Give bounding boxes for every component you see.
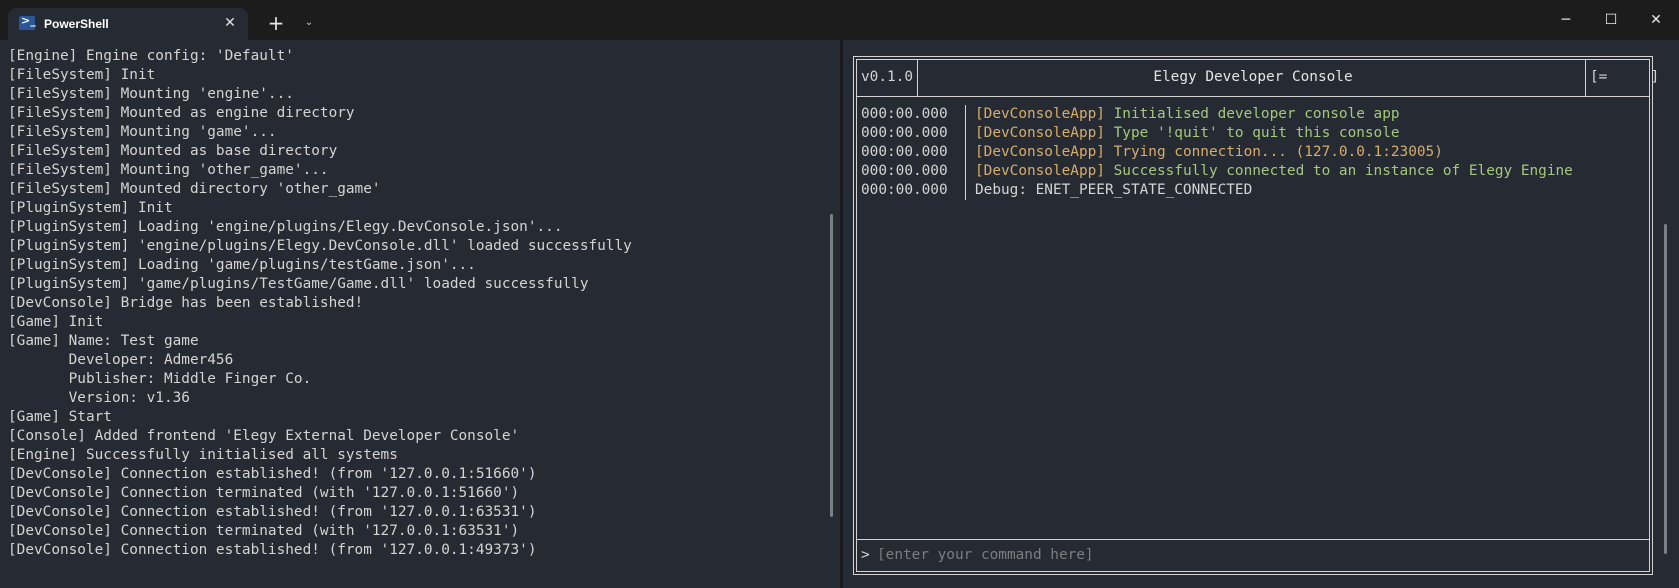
console-inner-frame: v0.1.0 Elegy Developer Console [= ] 000:…: [856, 59, 1659, 572]
output-line: [Game] Init: [8, 314, 104, 330]
output-line: [Console] Added frontend 'Elegy External…: [8, 428, 520, 444]
maximize-button[interactable]: ☐: [1588, 0, 1634, 40]
tab-powershell[interactable]: >_ PowerShell ✕: [8, 8, 248, 40]
log-source: [DevConsoleApp]: [975, 163, 1105, 179]
log-separator: [965, 143, 966, 162]
minimize-button[interactable]: ─: [1543, 0, 1589, 40]
output-line: [DevConsole] Connection terminated (with…: [8, 523, 520, 539]
log-text: Initialised developer console app: [1113, 106, 1400, 122]
log-separator: [965, 124, 966, 143]
left-scrollbar[interactable]: [830, 214, 833, 517]
output-line: Publisher: Middle Finger Co.: [8, 371, 312, 387]
output-line: [PluginSystem] Loading 'engine/plugins/E…: [8, 219, 563, 235]
header-divider: [857, 96, 1649, 97]
log-message: [DevConsoleApp] Type '!quit' to quit thi…: [975, 124, 1400, 143]
log-source: [DevConsoleApp]: [975, 106, 1105, 122]
output-line: [Engine] Engine config: 'Default': [8, 48, 294, 64]
input-divider: [857, 539, 1649, 540]
title-bar: >_ PowerShell ✕ + ⌄ ─ ☐ ✕: [0, 0, 1679, 40]
log-text: Successfully connected to an instance of…: [1113, 163, 1573, 179]
output-line: [PluginSystem] 'game/plugins/TestGame/Ga…: [8, 276, 589, 292]
log-source: [DevConsoleApp]: [975, 125, 1105, 141]
output-line: [FileSystem] Init: [8, 67, 156, 83]
header-separator: [1585, 60, 1586, 96]
output-line: [FileSystem] Mounted directory 'other_ga…: [8, 181, 381, 197]
output-line: [Game] Start: [8, 409, 112, 425]
output-line: [PluginSystem] Init: [8, 200, 173, 216]
log-timestamp: 000:00.000: [861, 125, 948, 141]
output-line: [DevConsole] Connection established! (fr…: [8, 466, 537, 482]
output-line: Developer: Admer456: [8, 352, 234, 368]
output-line: [DevConsole] Connection terminated (with…: [8, 485, 520, 501]
output-line: [FileSystem] Mounted as base directory: [8, 143, 338, 159]
new-tab-button[interactable]: +: [262, 9, 290, 37]
command-input[interactable]: [877, 542, 1577, 568]
prompt-symbol: >: [861, 547, 870, 563]
console-frame: v0.1.0 Elegy Developer Console [= ] 000:…: [853, 56, 1659, 575]
log-message: [DevConsoleApp] Successfully connected t…: [975, 162, 1573, 181]
log-row: 000:00.000 [DevConsoleApp] Initialised de…: [861, 105, 1645, 124]
log-row: 000:00.000 [DevConsoleApp] Successfully c…: [861, 162, 1645, 181]
log-separator: [965, 162, 966, 181]
log-text: Type '!quit' to quit this console: [1113, 125, 1400, 141]
log-message: [DevConsoleApp] Trying connection... (12…: [975, 143, 1443, 162]
output-line: [Engine] Successfully initialised all sy…: [8, 447, 398, 463]
tab-close-icon[interactable]: ✕: [220, 13, 240, 33]
log-text: Debug: ENET_PEER_STATE_CONNECTED: [975, 182, 1253, 198]
log-message: [DevConsoleApp] Initialised developer co…: [975, 105, 1400, 124]
output-line: [PluginSystem] 'engine/plugins/Elegy.Dev…: [8, 238, 632, 254]
log-row: 000:00.000 [DevConsoleApp] Trying connect…: [861, 143, 1645, 162]
left-terminal-pane[interactable]: [Engine] Engine config: 'Default' [FileSy…: [0, 40, 840, 588]
output-line: [DevConsole] Connection established! (fr…: [8, 504, 537, 520]
output-line: [DevConsole] Bridge has been established…: [8, 295, 364, 311]
output-line: [FileSystem] Mounting 'other_game'...: [8, 162, 329, 178]
version-label: v0.1.0: [861, 69, 913, 85]
log-separator: [965, 105, 966, 124]
log-timestamp: 000:00.000: [861, 144, 948, 160]
output-line: Version: v1.36: [8, 390, 190, 406]
menu-button[interactable]: [= ]: [1590, 69, 1659, 85]
output-line: [FileSystem] Mounting 'engine'...: [8, 86, 294, 102]
powershell-icon: >_: [19, 14, 36, 30]
log-text: Trying connection... (127.0.0.1:23005): [1113, 144, 1443, 160]
log-message: Debug: ENET_PEER_STATE_CONNECTED: [975, 181, 1252, 200]
output-line: [FileSystem] Mounted as engine directory: [8, 105, 355, 121]
log-row: 000:00.000 Debug: ENET_PEER_STATE_CONNECT…: [861, 181, 1645, 200]
console-log: 000:00.000 [DevConsoleApp] Initialised de…: [861, 105, 1645, 200]
log-timestamp: 000:00.000: [861, 182, 948, 198]
log-timestamp: 000:00.000: [861, 106, 948, 122]
output-line: [DevConsole] Connection established! (fr…: [8, 542, 537, 558]
right-scrollbar[interactable]: [1664, 224, 1667, 554]
output-line: [FileSystem] Mounting 'game'...: [8, 124, 277, 140]
output-line: [Game] Name: Test game: [8, 333, 199, 349]
tab-title: PowerShell: [44, 17, 109, 31]
log-separator: [965, 181, 966, 200]
log-timestamp: 000:00.000: [861, 163, 948, 179]
output-line: [PluginSystem] Loading 'game/plugins/tes…: [8, 257, 476, 273]
close-window-button[interactable]: ✕: [1633, 0, 1679, 40]
right-terminal-pane[interactable]: v0.1.0 Elegy Developer Console [= ] 000:…: [843, 40, 1679, 588]
console-title: Elegy Developer Console: [1153, 69, 1353, 85]
log-row: 000:00.000 [DevConsoleApp] Type '!quit' t…: [861, 124, 1645, 143]
log-source: [DevConsoleApp]: [975, 144, 1105, 160]
header-separator: [917, 60, 918, 96]
chevron-down-icon[interactable]: ⌄: [296, 9, 322, 37]
terminal-output: [Engine] Engine config: 'Default' [FileSy…: [8, 47, 632, 560]
